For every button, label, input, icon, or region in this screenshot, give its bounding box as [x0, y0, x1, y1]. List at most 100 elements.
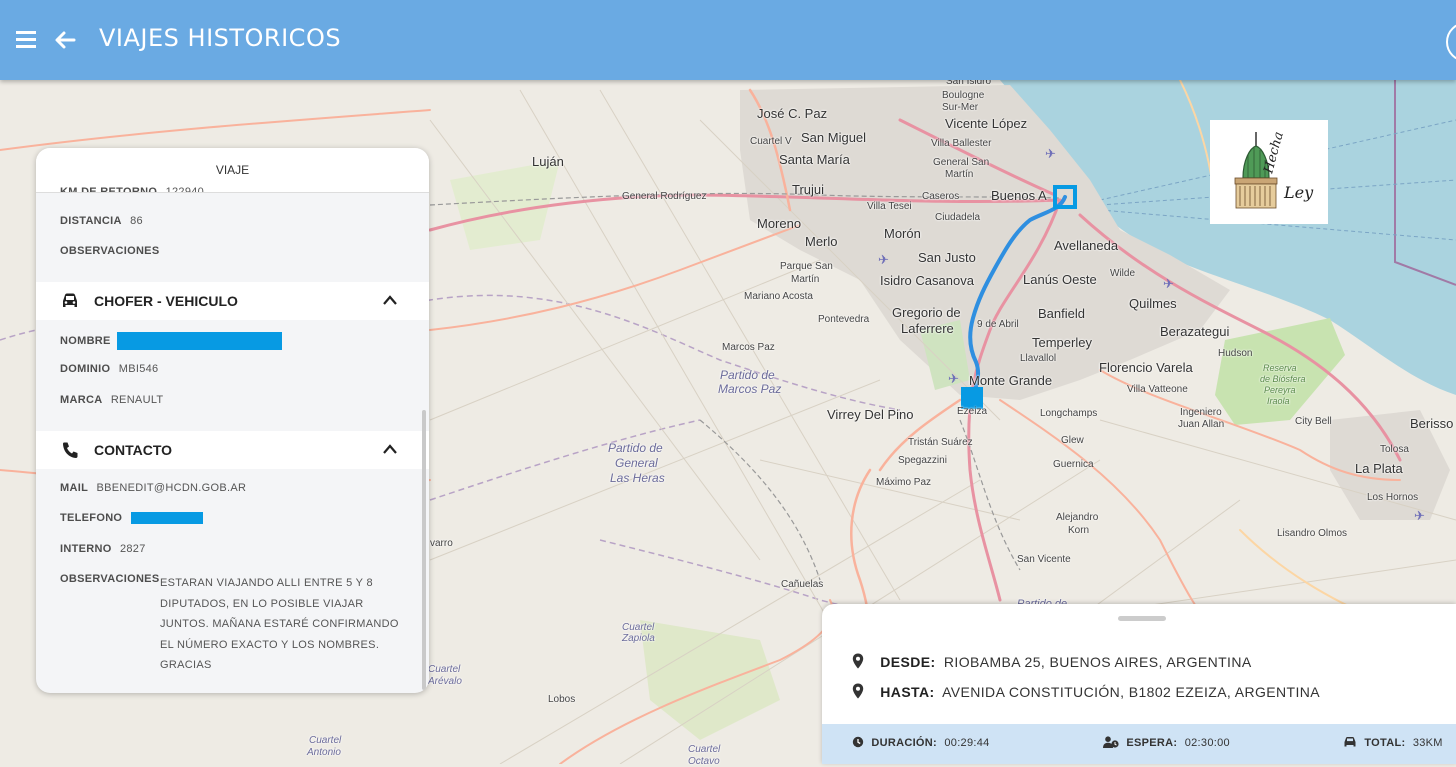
map-label: Quilmes [1129, 296, 1177, 311]
map-label: Florencio Varela [1099, 360, 1193, 375]
map-label: Partido de [720, 368, 775, 382]
map-label: Guernica [1053, 459, 1094, 470]
observaciones-label: OBSERVACIONES [60, 573, 160, 585]
map-label: Máximo Paz [876, 477, 932, 488]
desde-value: RIOBAMBA 25, BUENOS AIRES, ARGENTINA [943, 654, 1252, 670]
distancia-value: 86 [130, 215, 143, 227]
hasta-value: AVENIDA CONSTITUCIÓN, B1802 EZEIZA, ARGE… [942, 684, 1321, 700]
map-label: Lisandro Olmos [1277, 528, 1348, 539]
observaciones-row: OBSERVACIONES [60, 573, 164, 585]
map-label: Longchamps [1040, 408, 1098, 419]
map-label: Gregorio de [892, 305, 961, 320]
contacto-section-header[interactable]: CONTACTO [36, 431, 429, 469]
trip-detail-panel[interactable]: VIAJE KM DE RETORNO 122940 DISTANCIA 86 … [36, 148, 429, 693]
map-label: Antonio [307, 747, 341, 758]
duracion-stat: DURACIÓN: 00:29:44 [852, 736, 990, 749]
svg-text:Ley: Ley [1283, 183, 1314, 202]
map-pin-icon [852, 653, 864, 669]
map-label: Monte Grande [969, 373, 1053, 388]
mail-row: MAIL BBENEDIT@HCDN.GOB.AR [60, 482, 246, 494]
map-label: Martín [791, 274, 820, 285]
profile-button[interactable] [1446, 22, 1456, 62]
map-label: Cuartel [309, 735, 342, 746]
distancia-label: DISTANCIA [60, 215, 122, 227]
map-label: Arévalo [428, 676, 462, 687]
observaciones-viaje-label: OBSERVACIONES [60, 245, 160, 257]
map-label: Parque San [780, 261, 833, 272]
svg-text:✈: ✈ [1045, 147, 1056, 162]
map-label: Ingeniero [1180, 407, 1222, 418]
duracion-value: 00:29:44 [944, 737, 990, 749]
interno-value: 2827 [119, 543, 146, 555]
map-label: General San [933, 157, 990, 168]
panel-scrollbar[interactable] [422, 410, 426, 690]
map-pin-icon [852, 683, 864, 699]
map-label: Santa María [779, 152, 850, 167]
chofer-section-header[interactable]: CHOFER - VEHICULO [36, 282, 429, 320]
distancia-row: DISTANCIA 86 [60, 215, 143, 227]
chevron-up-icon[interactable] [382, 294, 398, 306]
map-label: Hudson [1218, 348, 1253, 359]
map-label: Vicente López [945, 116, 1028, 131]
chevron-up-icon[interactable] [382, 443, 398, 455]
map-label: Los Hornos [1367, 492, 1419, 503]
map-label: Villa Tesei [867, 201, 912, 212]
map-label: Llavallol [1020, 353, 1057, 364]
hamburger-icon[interactable] [14, 28, 38, 50]
total-stat: TOTAL: 33KM [1343, 736, 1443, 749]
map-label: Iraola [1267, 396, 1290, 406]
dominio-row: DOMINIO MBI546 [60, 363, 158, 375]
map-label: Morón [884, 226, 921, 241]
map-label: Banfield [1038, 306, 1085, 321]
svg-text:✈: ✈ [1163, 277, 1174, 292]
marca-label: MARCA [60, 394, 103, 406]
page-title: VIAJES HISTORICOS [99, 24, 342, 52]
map-label: Martín [945, 169, 974, 180]
map-label: Merlo [805, 234, 838, 249]
telefono-redacted [130, 512, 203, 525]
car-icon [63, 293, 77, 307]
svg-text:✈: ✈ [1414, 509, 1425, 524]
map-label: Luján [532, 154, 564, 169]
user-clock-icon [1103, 736, 1119, 748]
marca-value: RENAULT [110, 394, 164, 406]
trip-summary-card[interactable]: DESDE: RIOBAMBA 25, BUENOS AIRES, ARGENT… [822, 604, 1456, 764]
map-label: Buenos A [991, 188, 1047, 203]
observaciones-line: GRACIAS [160, 659, 212, 671]
map-label: Cuartel V [750, 136, 792, 147]
duracion-label: DURACIÓN: [871, 737, 937, 749]
map-label: Juan Allan [1178, 419, 1225, 430]
nombre-redacted [117, 332, 283, 350]
telefono-row: TELEFONO [60, 512, 203, 525]
map-label: Ezeiza [957, 406, 988, 417]
mail-label: MAIL [60, 482, 89, 494]
chofer-section-title: CHOFER - VEHICULO [94, 293, 238, 309]
map-label: Virrey Del Pino [827, 407, 914, 422]
map-label: José C. Paz [757, 106, 828, 121]
map-label: Cuartel [622, 622, 655, 633]
observaciones-line: EL NÚMERO EXACTO Y LOS NOMBRES. [160, 638, 380, 651]
map-label: Wilde [1110, 268, 1136, 279]
map-label: varro [430, 538, 453, 549]
telefono-label: TELEFONO [60, 512, 123, 524]
map-label: Trujui [792, 182, 825, 197]
arrow-left-icon[interactable] [52, 27, 78, 53]
total-label: TOTAL: [1364, 737, 1406, 749]
contacto-section-title: CONTACTO [94, 442, 173, 458]
map-label: Alejandro [1056, 512, 1099, 523]
observaciones-line: DIPUTADOS, EN LO POSIBLE VIAJAR [160, 597, 364, 610]
observaciones-line: JUNTOS. MAÑANA ESTARÉ CONFIRMANDO [160, 618, 399, 630]
map-label: Caseros [922, 191, 960, 202]
map-label: Octavo [688, 756, 720, 767]
map-label: Temperley [1032, 335, 1092, 350]
map-label: Glew [1061, 435, 1084, 446]
map-label: Boulogne [942, 90, 985, 101]
map-label: San Miguel [801, 130, 867, 145]
interno-row: INTERNO 2827 [60, 543, 146, 555]
drag-handle[interactable] [1118, 616, 1166, 621]
map-label: Partido de [608, 441, 663, 455]
map-label: Tolosa [1380, 444, 1409, 455]
nombre-row: NOMBRE [60, 332, 283, 350]
map-label: Villa Ballester [931, 138, 992, 149]
dominio-value: MBI546 [118, 363, 159, 375]
